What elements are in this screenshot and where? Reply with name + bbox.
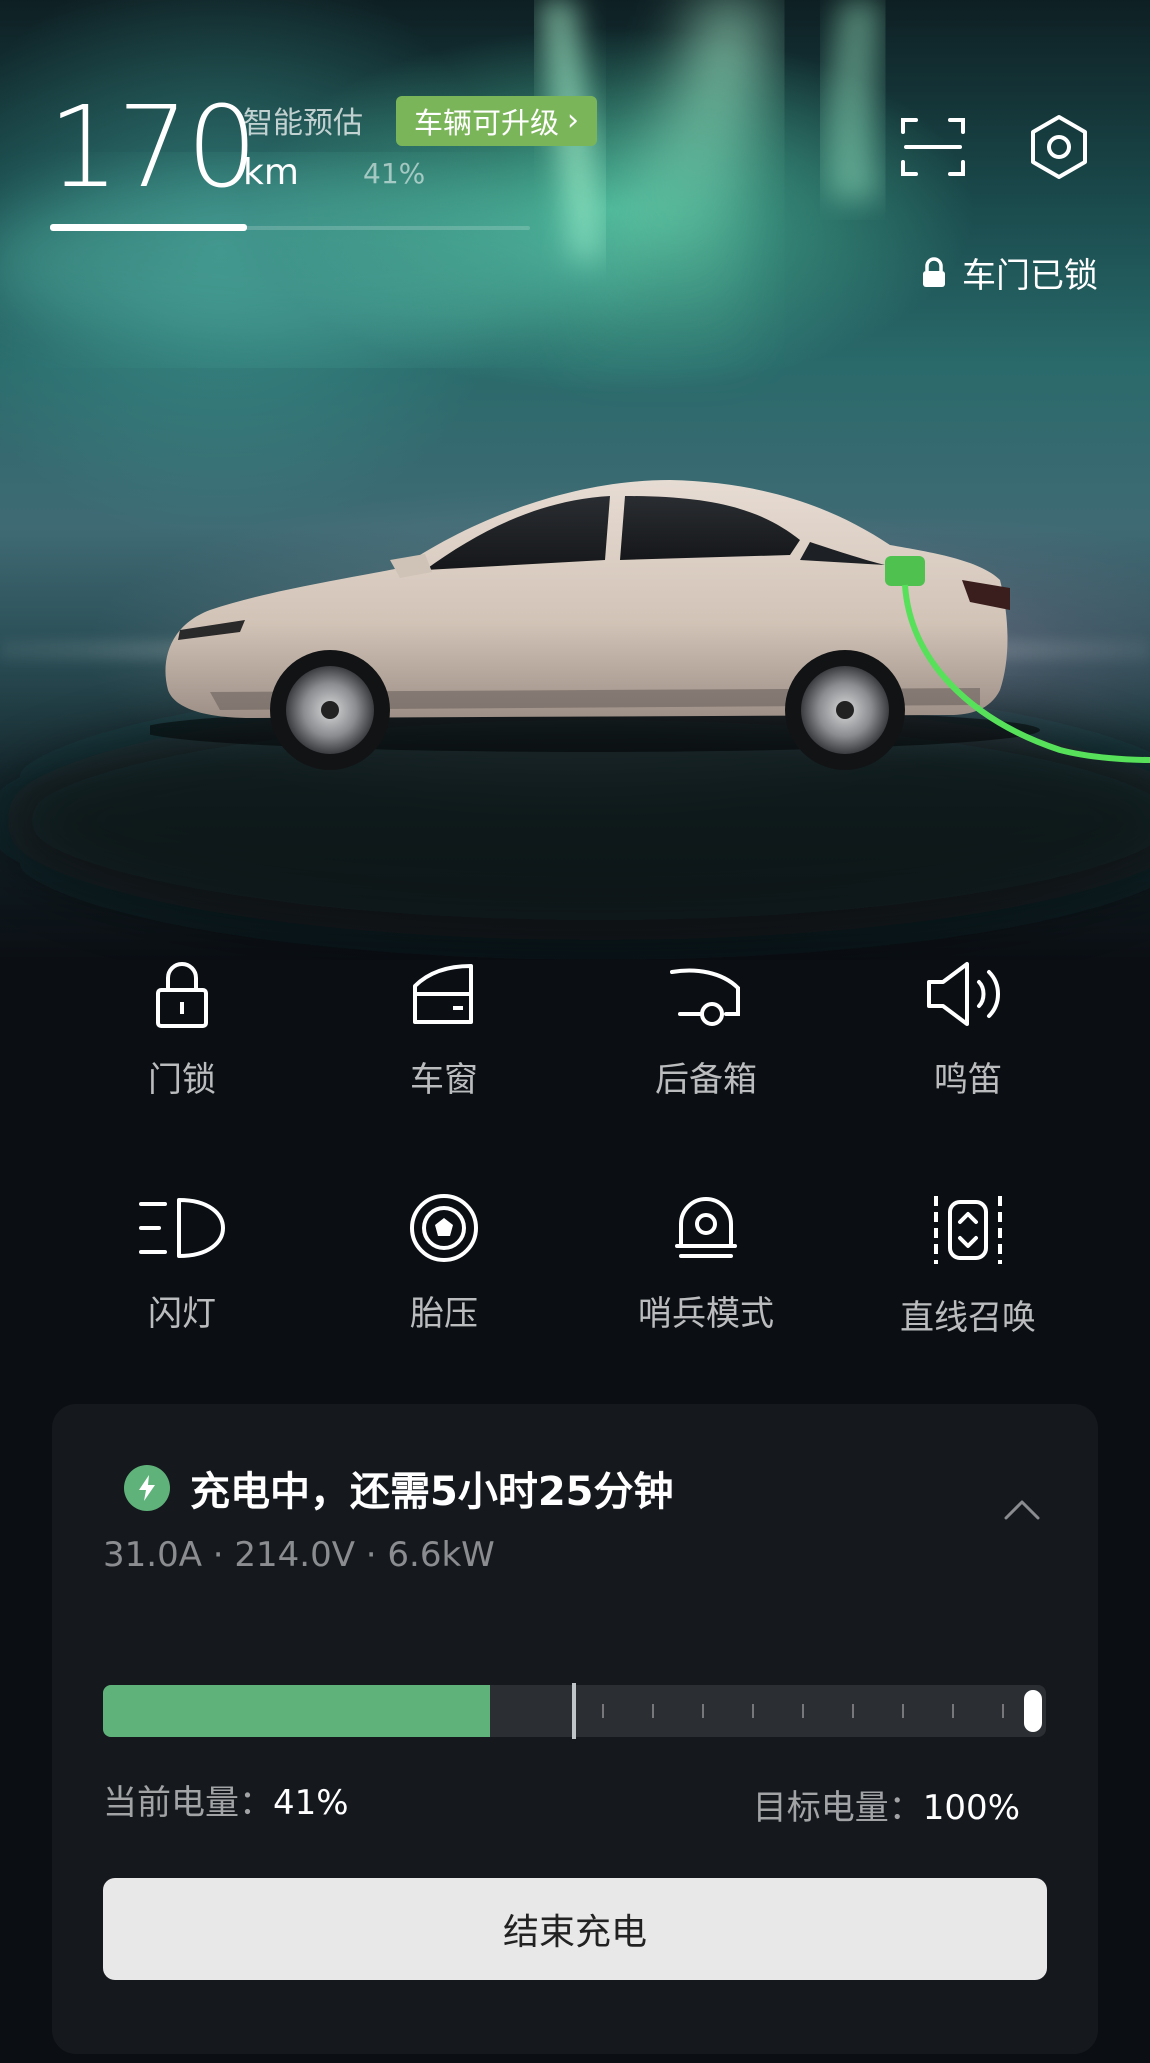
upgrade-available-button[interactable]: 车辆可升级 › (396, 96, 598, 146)
charge-level-fill (103, 1685, 490, 1737)
control-label: 哨兵模式 (638, 1294, 774, 1334)
range-unit: km (243, 152, 299, 193)
control-door-lock[interactable]: 门锁 (82, 958, 282, 1101)
control-label: 后备箱 (655, 1060, 757, 1100)
control-label: 闪灯 (148, 1294, 216, 1334)
control-label: 直线召唤 (900, 1298, 1036, 1338)
target-charge-value: 100% (922, 1788, 1020, 1828)
charging-bolt-icon (124, 1465, 170, 1511)
horn-icon (927, 962, 1000, 1026)
range-progress-fill (50, 224, 247, 231)
charging-status: 充电中，还需5小时25分钟 (124, 1459, 674, 1517)
current-charge-value: 41% (273, 1783, 349, 1823)
lock-small-icon (923, 256, 945, 287)
control-tire-pressure[interactable]: 胎压 (344, 1192, 544, 1335)
control-label: 门锁 (148, 1060, 216, 1100)
charge-tick (702, 1704, 704, 1718)
charge-tick (902, 1704, 904, 1718)
control-label: 鸣笛 (934, 1060, 1002, 1100)
summon-icon (934, 1196, 1002, 1264)
target-charge-slider-handle[interactable] (1024, 1690, 1042, 1732)
target-charge-label: 目标电量： (752, 1788, 923, 1828)
control-flash-lights[interactable]: 闪灯 (82, 1192, 282, 1335)
current-charge-label: 当前电量： (103, 1783, 273, 1823)
target-charge: 目标电量：100% (753, 1780, 1020, 1829)
scan-icon[interactable] (898, 112, 968, 182)
tire-icon (410, 1194, 478, 1262)
battery-percent: 41% (363, 157, 426, 190)
door-lock-status: 车门已锁 (920, 248, 1098, 297)
door-lock-label: 车门已锁 (962, 256, 1098, 296)
range-value: 170 (48, 83, 258, 213)
charge-tick (802, 1704, 804, 1718)
chevron-up-icon[interactable] (1002, 1494, 1042, 1524)
charge-limit-marker (572, 1683, 576, 1739)
window-icon (413, 964, 473, 1024)
charge-tick (602, 1704, 604, 1718)
range-estimate-label: 智能预估 (243, 106, 363, 141)
charging-status-text: 充电中，还需5小时25分钟 (190, 1469, 674, 1515)
charge-tick (952, 1704, 954, 1718)
control-sentry-mode[interactable]: 哨兵模式 (606, 1192, 806, 1335)
control-label: 胎压 (410, 1294, 478, 1334)
lock-icon (156, 962, 208, 1028)
charge-tick (852, 1704, 854, 1718)
current-charge: 当前电量：41% (103, 1775, 349, 1824)
settings-icon[interactable] (1024, 112, 1094, 182)
charge-tick (652, 1704, 654, 1718)
end-charging-button[interactable]: 结束充电 (103, 1878, 1047, 1980)
charge-tick (1002, 1704, 1004, 1718)
charging-metrics: 31.0A · 214.0V · 6.6kW (103, 1535, 495, 1575)
control-label: 车窗 (410, 1060, 478, 1100)
chevron-right-icon: › (567, 103, 580, 138)
charge-tick (752, 1704, 754, 1718)
trunk-icon (670, 968, 740, 1026)
sentry-icon (675, 1197, 737, 1258)
upgrade-label: 车辆可升级 (414, 106, 560, 140)
control-trunk[interactable]: 后备箱 (606, 958, 806, 1101)
control-horn[interactable]: 鸣笛 (868, 958, 1068, 1101)
control-straight-summon[interactable]: 直线召唤 (868, 1192, 1068, 1339)
car-image (150, 480, 1150, 770)
control-window[interactable]: 车窗 (344, 958, 544, 1101)
headlight-icon (139, 1198, 225, 1258)
